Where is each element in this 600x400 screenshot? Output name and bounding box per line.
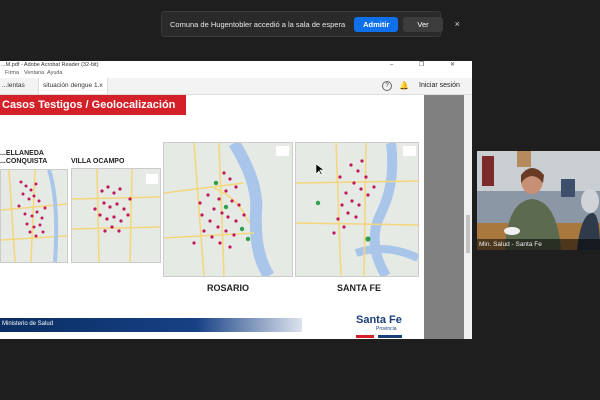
map-image xyxy=(71,168,161,263)
map-image xyxy=(0,169,68,263)
waiting-room-notification: Comuna de Hugentobler accedió a la sala … xyxy=(161,11,460,37)
vertical-scrollbar[interactable] xyxy=(464,95,472,339)
city-label-santa-fe: SANTA FE xyxy=(337,283,381,293)
cursor-icon xyxy=(316,164,324,176)
document-viewer: Casos Testigos / Geolocalización ...ELLA… xyxy=(0,95,464,339)
tab-document-label: situación dengue 1... xyxy=(43,82,103,89)
bell-icon[interactable]: 🔔 xyxy=(399,81,409,90)
menu-item-ventana[interactable]: Ventana xyxy=(24,70,44,76)
label-reconquista: ...CONQUISTA xyxy=(0,158,48,165)
tab-document[interactable]: situación dengue 1... × xyxy=(38,78,108,94)
slide-title: Casos Testigos / Geolocalización xyxy=(0,95,186,115)
label-avellaneda: ...ELLANEDA xyxy=(0,150,44,157)
slide-footer: Ministerio de Salud xyxy=(0,318,302,332)
participant-video[interactable] xyxy=(477,151,600,250)
map-image xyxy=(295,142,420,279)
video-frame xyxy=(477,151,600,250)
santa-fe-logo: Santa Fe xyxy=(356,314,402,326)
logo-stripe xyxy=(356,335,402,338)
shared-screen: ...M.pdf - Adobe Acrobat Reader (32-bit)… xyxy=(0,61,472,339)
close-tab-icon[interactable]: × xyxy=(99,82,103,89)
menu-item-firma[interactable]: Firma xyxy=(5,70,19,76)
map-image xyxy=(163,139,292,280)
tab-bar: ...ientas situación dengue 1... × ? 🔔 In… xyxy=(0,78,472,95)
scrollbar-thumb[interactable] xyxy=(466,215,470,253)
map-avellaneda-reconquista xyxy=(0,169,68,263)
tab-tools[interactable]: ...ientas xyxy=(2,82,25,89)
pdf-page: Casos Testigos / Geolocalización ...ELLA… xyxy=(0,95,424,339)
window-title: ...M.pdf - Adobe Acrobat Reader (32-bit) xyxy=(1,62,99,68)
notification-message: Comuna de Hugentobler accedió a la sala … xyxy=(170,19,346,29)
map-santa-fe xyxy=(295,142,420,279)
city-label-rosario: ROSARIO xyxy=(207,283,250,293)
close-icon[interactable]: × xyxy=(455,19,460,29)
help-icon[interactable]: ? xyxy=(382,81,392,91)
participant-name: Min. Salud - Santa Fe xyxy=(477,239,600,250)
view-button[interactable]: Ver xyxy=(403,16,443,32)
map-villa-ocampo xyxy=(71,168,161,263)
admit-button[interactable]: Admitir xyxy=(354,16,399,32)
label-villa-ocampo: VILLA OCAMPO xyxy=(71,158,125,165)
login-button[interactable]: Iniciar sesión xyxy=(419,82,460,89)
menu-item-ayuda[interactable]: Ayuda xyxy=(47,70,63,76)
window-titlebar: ...M.pdf - Adobe Acrobat Reader (32-bit)… xyxy=(0,61,472,70)
footer-ministry: Ministerio de Salud xyxy=(2,321,54,327)
santa-fe-logo-sub: Provincia xyxy=(376,326,397,332)
window-controls[interactable]: – ❐ ✕ xyxy=(390,61,467,68)
map-rosario xyxy=(163,139,293,280)
